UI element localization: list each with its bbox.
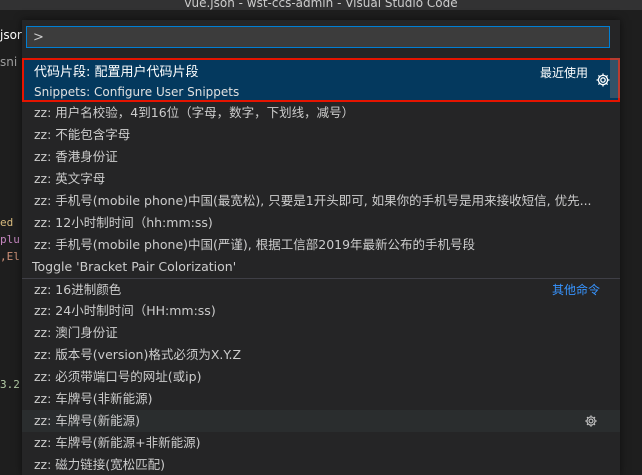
command-search-input[interactable] [26, 26, 610, 48]
command-item[interactable]: zz: 澳门身份证 [22, 322, 620, 344]
command-item[interactable]: zz: 手机号(mobile phone)中国(严谨), 根据工信部2019年最… [22, 234, 620, 256]
command-item[interactable]: zz: 车牌号(非新能源) [22, 388, 620, 410]
command-subtitle: Snippets: Configure User Snippets [34, 85, 240, 99]
code-fragment: 3.2 [0, 378, 20, 391]
list-scrollbar[interactable] [610, 58, 620, 98]
other-commands-label: 其他命令 [551, 283, 600, 297]
command-item[interactable]: zz: 车牌号(新能源+非新能源) [22, 432, 620, 454]
code-fragment: ,El [0, 250, 20, 263]
command-palette: 代码片段: 配置用户代码片段 Snippets: Configure User … [22, 20, 620, 475]
recently-used-badge: 最近使用 [539, 66, 588, 80]
window-title: vue.json - wst-ccs-admin - Visual Studio… [184, 0, 458, 10]
command-item[interactable]: zz: 版本号(version)格式必须为X.Y.Z [22, 344, 620, 366]
breadcrumb-fragment: sni [0, 55, 18, 69]
command-item[interactable]: zz: 香港身份证 [22, 146, 620, 168]
command-item-configure-snippets[interactable]: 代码片段: 配置用户代码片段 Snippets: Configure User … [22, 58, 620, 102]
code-fragment: plu [0, 233, 20, 246]
command-item[interactable]: zz: 英文字母 [22, 168, 620, 190]
title-bar: vue.json - wst-ccs-admin - Visual Studio… [0, 0, 642, 10]
command-item[interactable]: zz: 用户名校验，4到16位（字母，数字，下划线，减号） [22, 102, 620, 124]
command-item[interactable]: zz: 磁力链接(宽松匹配) [22, 454, 620, 475]
command-item-toggle-bracket-colorization[interactable]: Toggle 'Bracket Pair Colorization' [22, 256, 620, 278]
command-item[interactable]: zz: 必须带端口号的网址(或ip) [22, 366, 620, 388]
gear-icon[interactable] [595, 72, 611, 88]
editor-tab[interactable]: jsor [0, 22, 22, 48]
gear-icon[interactable] [584, 414, 598, 428]
command-title: 代码片段: 配置用户代码片段 [34, 65, 199, 80]
command-item[interactable]: zz: 手机号(mobile phone)中国(最宽松), 只要是1开头即可, … [22, 190, 620, 212]
code-fragment: ed [0, 216, 14, 229]
command-list: 代码片段: 配置用户代码片段 Snippets: Configure User … [22, 58, 620, 475]
command-item[interactable]: zz: 不能包含字母 [22, 124, 620, 146]
command-item[interactable]: zz: 12小时制时间（hh:mm:ss) [22, 212, 620, 234]
command-item[interactable]: zz: 24小时制时间（HH:mm:ss) [22, 300, 620, 322]
command-item-hovered[interactable]: zz: 车牌号(新能源) [22, 410, 620, 432]
command-item[interactable]: zz: 16进制颜色 其他命令 [22, 278, 620, 300]
